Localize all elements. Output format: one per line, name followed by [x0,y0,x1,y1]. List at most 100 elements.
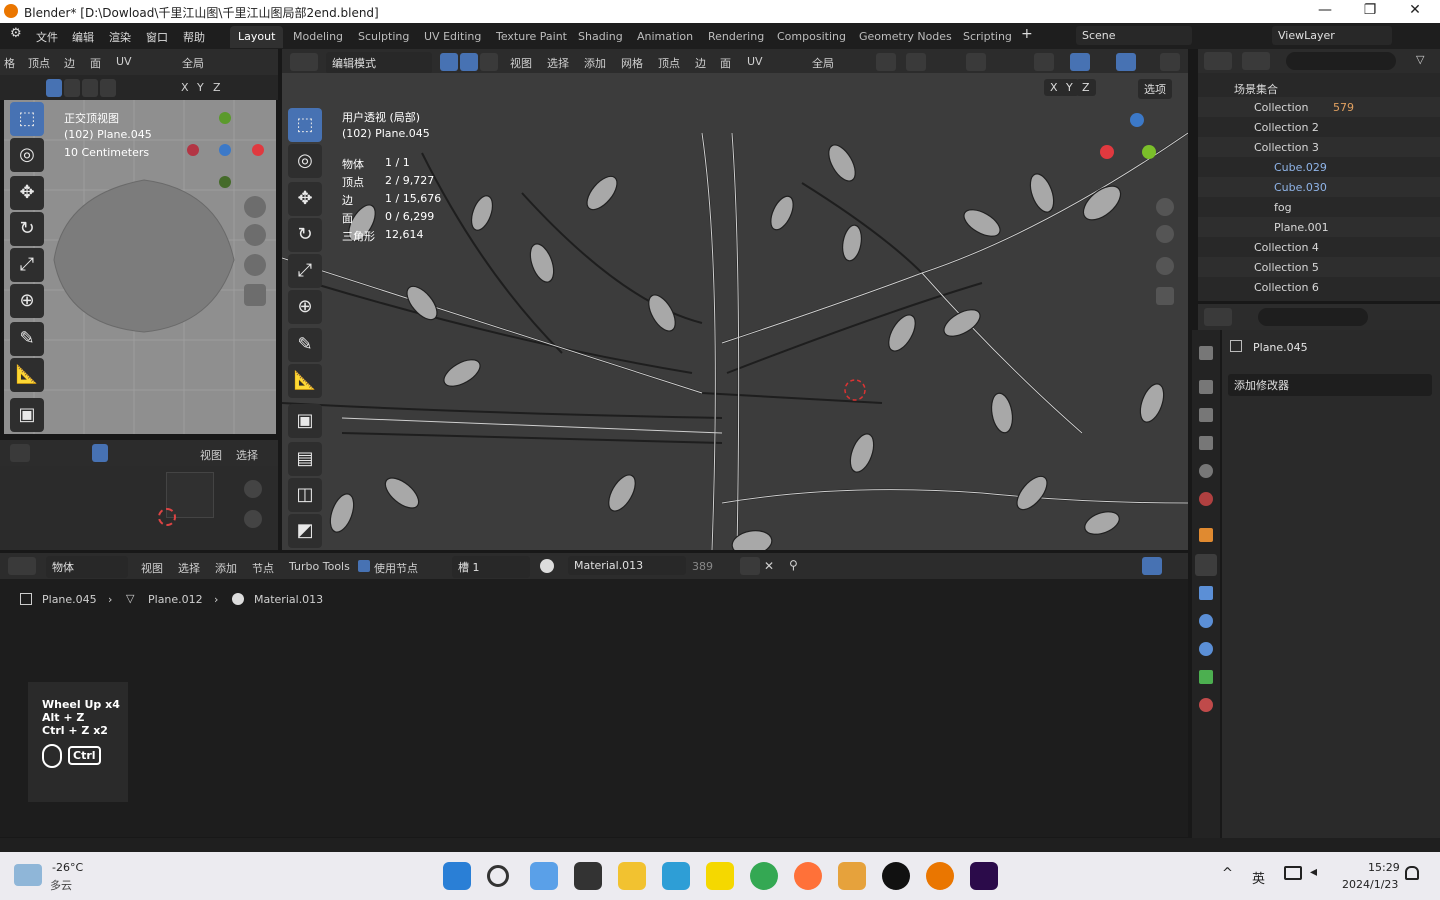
add-modifier-dropdown[interactable]: 添加修改器 [1228,374,1432,396]
ime-indicator[interactable]: 英 [1252,868,1265,887]
menu-select[interactable]: 选择 [547,55,569,71]
main-annotate-tool-icon[interactable]: ✎ [288,328,322,362]
volume-icon[interactable]: ◂ [1310,864,1317,880]
turbo-tools-menu[interactable]: Turbo Tools [289,560,350,573]
options-dropdown[interactable]: 选项 [1138,79,1172,99]
menu-add[interactable]: 添加 [584,55,606,71]
unlink-material-icon[interactable]: ✕ [764,559,774,573]
scene-tab-icon[interactable] [1199,464,1213,478]
uv-menu-select[interactable]: 选择 [236,447,258,463]
material-users-count[interactable]: 389 [692,560,713,573]
premiere-icon[interactable] [970,862,998,890]
uv-editor-area[interactable] [0,466,278,550]
weather-temp[interactable]: -26°C [52,861,83,874]
ortho-grid-icon[interactable] [244,284,266,306]
outliner-row[interactable]: Collection 5 [1198,257,1440,277]
outliner-editor-type-icon[interactable] [1204,52,1232,70]
node-editor-area[interactable]: Plane.045 › ▽ Plane.012 › Material.013 W… [0,579,1188,837]
material-browse-icon[interactable] [540,559,554,573]
gizmo-z-axis-icon[interactable] [219,144,231,156]
start-menu-icon[interactable] [443,862,471,890]
search-icon[interactable] [487,865,509,887]
outliner-row[interactable]: fog [1198,197,1440,217]
file-explorer-icon[interactable] [618,862,646,890]
tool-tab-icon[interactable] [1199,346,1213,360]
left-header-item-4[interactable]: UV [116,55,132,68]
weather-icon[interactable] [14,864,42,886]
constraints-tab-icon[interactable] [1199,642,1213,656]
material-name-field[interactable]: Material.013 [568,556,686,575]
player-icon[interactable] [706,862,734,890]
nav-gizmo-x-icon[interactable] [1100,145,1114,159]
modifier-tab-icon[interactable] [1195,554,1217,576]
outliner-scene-collection[interactable]: 场景集合 [1198,77,1440,97]
add-cube-tool-icon[interactable]: ▣ [10,398,44,432]
select-extend-icon[interactable] [64,79,80,97]
new-material-icon[interactable] [740,557,760,575]
main-select-tool-icon[interactable]: ⬚ [288,108,322,142]
view-layer-tab-icon[interactable] [1199,436,1213,450]
task-view-icon[interactable] [574,862,602,890]
outliner-row[interactable]: Collection 6 [1198,277,1440,297]
overlay-toggle-icon[interactable] [1116,53,1136,71]
gizmo-x-axis-icon[interactable] [252,144,264,156]
tab-texture-paint[interactable]: Texture Paint [488,26,575,48]
editor-type-3d-icon[interactable] [290,53,318,71]
tab-layout[interactable]: Layout [230,26,284,48]
xray-toggle-icon[interactable] [1160,53,1180,71]
properties-search-input[interactable] [1258,308,1368,326]
bevel-tool-icon[interactable]: ◩ [288,514,322,548]
blender-menu-icon[interactable]: ⚙ [10,26,22,41]
gizmo-negy-axis-icon[interactable] [219,176,231,188]
tab-sculpting[interactable]: Sculpting [350,26,417,48]
zoom-icon[interactable] [244,196,266,218]
app-icon[interactable] [838,862,866,890]
particles-tab-icon[interactable] [1199,586,1213,600]
copilot-icon[interactable] [530,862,558,890]
axis-x-toggle[interactable]: X [181,81,189,94]
data-tab-icon[interactable] [1199,670,1213,684]
scene-selector[interactable]: Scene [1076,26,1192,45]
viewport-camera-icon[interactable] [1156,257,1174,275]
mode-selector[interactable]: 编辑模式 [326,52,432,74]
properties-editor-type-icon[interactable] [1204,308,1232,326]
nav-gizmo-z-icon[interactable] [1130,113,1144,127]
pan-hand-icon[interactable] [244,224,266,246]
outliner-row[interactable]: Collection 579 [1198,97,1440,117]
main-transform-tool-icon[interactable]: ⊕ [288,290,322,324]
gizmo-negx-axis-icon[interactable] [187,144,199,156]
left-header-item-1[interactable]: 顶点 [28,55,50,71]
tab-uv-editing[interactable]: UV Editing [416,26,489,48]
breadcrumb-mesh[interactable]: Plane.012 [148,593,203,606]
snap-icon[interactable] [906,53,926,71]
main-add-cube-tool-icon[interactable]: ▣ [288,404,322,438]
main-3d-viewport[interactable]: 用户透视 (局部) (102) Plane.045 物体 1 / 1 顶点 2 … [282,73,1188,550]
slot-selector[interactable]: 槽 1 [452,556,530,578]
use-nodes-checkbox[interactable] [358,560,370,572]
select-box-tool-icon[interactable]: ⬚ [10,102,44,136]
blender-taskbar-icon[interactable] [926,862,954,890]
menu-file[interactable]: 文件 [36,29,58,45]
viewport-persp-toggle-icon[interactable] [1156,287,1174,305]
rotate-tool-icon[interactable]: ↻ [10,212,44,246]
node-menu-add[interactable]: 添加 [215,560,237,576]
transform-orientation[interactable]: 全局 [812,55,834,71]
uv-menu-view[interactable]: 视图 [200,447,222,463]
breadcrumb-material[interactable]: Material.013 [254,593,323,606]
main-cursor-tool-icon[interactable]: ◎ [288,144,322,178]
select-mode-icon[interactable] [46,79,62,97]
menu-window[interactable]: 窗口 [146,29,168,45]
node-menu-select[interactable]: 选择 [178,560,200,576]
move-tool-icon[interactable]: ✥ [10,176,44,210]
tab-modeling[interactable]: Modeling [285,26,351,48]
view-layer-selector[interactable]: ViewLayer [1272,26,1392,45]
menu-vertex[interactable]: 顶点 [658,55,680,71]
axis-lock-z[interactable]: Z [1076,79,1096,96]
menu-edge[interactable]: 边 [695,55,706,71]
output-tab-icon[interactable] [1199,408,1213,422]
node-menu-view[interactable]: 视图 [141,560,163,576]
clock-time[interactable]: 15:29 [1368,861,1400,874]
edge-select-icon[interactable] [460,53,478,71]
tab-compositing[interactable]: Compositing [769,26,854,48]
node-editor-type-icon[interactable] [8,557,36,575]
